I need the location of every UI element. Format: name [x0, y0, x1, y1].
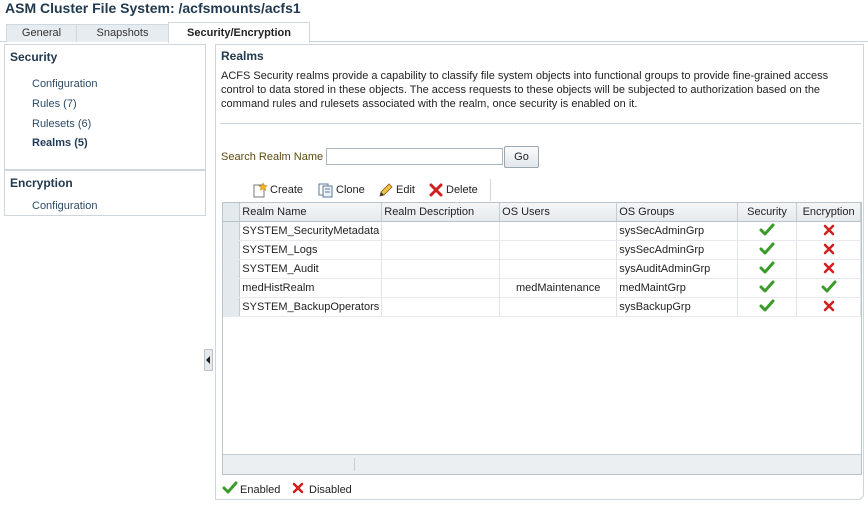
- row-selector[interactable]: [223, 221, 241, 241]
- x-icon: [292, 482, 304, 494]
- tab-security-encryption[interactable]: Security/Encryption: [168, 22, 310, 43]
- sidebar-item-realms[interactable]: Realms (5): [32, 137, 88, 149]
- realm-name-cell: SYSTEM_SecurityMetadata: [239, 221, 383, 241]
- tab-bar: General Snapshots Security/Encryption: [0, 22, 868, 43]
- table-row[interactable]: SYSTEM_Audit sysAuditAdminGrp: [223, 259, 861, 279]
- edit-label: Edit: [396, 184, 415, 196]
- encryption-status-cell: [796, 259, 861, 279]
- check-icon: [759, 280, 775, 292]
- sidebar-item-security-configuration[interactable]: Configuration: [32, 78, 97, 90]
- realms-title: Realms: [221, 49, 264, 63]
- column-header-os-users[interactable]: OS Users: [499, 203, 618, 222]
- table-row[interactable]: SYSTEM_Logs sysSecAdminGrp: [223, 240, 861, 260]
- security-status-cell: [737, 221, 798, 241]
- encryption-status-cell: [796, 221, 861, 241]
- collapse-splitter-button[interactable]: [204, 349, 213, 371]
- go-button[interactable]: Go: [504, 146, 539, 168]
- search-realm-label: Search Realm Name: [221, 151, 324, 163]
- create-button[interactable]: Create: [252, 179, 304, 201]
- realms-description: ACFS Security realms provide a capabilit…: [221, 70, 829, 110]
- create-icon: [253, 182, 268, 198]
- sidebar-item-rules[interactable]: Rules (7): [32, 98, 77, 110]
- check-icon: [759, 242, 775, 254]
- encryption-panel: Encryption Configuration: [4, 170, 206, 216]
- os-users-cell: medMaintenance: [499, 278, 618, 298]
- divider: [220, 123, 861, 124]
- clone-label: Clone: [336, 184, 365, 196]
- delete-button[interactable]: Delete: [428, 179, 480, 201]
- row-selector[interactable]: [223, 297, 241, 317]
- realm-description-cell: [381, 297, 501, 317]
- realm-description-cell: [381, 278, 501, 298]
- encryption-status-cell: [796, 240, 861, 260]
- row-selector[interactable]: [223, 259, 241, 279]
- realm-description-cell: [381, 221, 501, 241]
- realms-table: Realm Name Realm Description OS Users OS…: [222, 202, 862, 475]
- legend-enabled-label: Enabled: [240, 484, 281, 496]
- column-header-realm-name[interactable]: Realm Name: [239, 203, 383, 222]
- x-icon: [823, 224, 834, 235]
- x-icon: [823, 300, 834, 311]
- row-selector[interactable]: [223, 240, 241, 260]
- realm-name-cell: SYSTEM_Logs: [239, 240, 383, 260]
- delete-x-icon: [429, 183, 443, 197]
- row-selector-header: [223, 203, 241, 222]
- row-selector[interactable]: [223, 278, 241, 298]
- legend-disabled-label: Disabled: [309, 484, 352, 496]
- sidebar-item-encryption-configuration[interactable]: Configuration: [32, 200, 97, 212]
- check-icon: [759, 261, 775, 273]
- create-label: Create: [270, 184, 304, 196]
- os-users-cell: [499, 259, 618, 279]
- tab-general[interactable]: General: [6, 24, 77, 42]
- encryption-panel-title: Encryption: [10, 176, 73, 190]
- os-users-cell: [499, 297, 618, 317]
- security-status-cell: [737, 297, 798, 317]
- x-icon: [823, 262, 834, 273]
- clone-button[interactable]: Clone: [318, 179, 368, 201]
- tab-snapshots[interactable]: Snapshots: [76, 24, 169, 42]
- table-row[interactable]: SYSTEM_BackupOperators sysBackupGrp: [223, 297, 861, 317]
- check-icon: [222, 481, 238, 494]
- realm-name-cell: medHistRealm: [239, 278, 383, 298]
- encryption-status-cell: [796, 297, 861, 317]
- os-groups-cell: sysSecAdminGrp: [616, 221, 738, 241]
- security-status-cell: [737, 259, 798, 279]
- os-users-cell: [499, 221, 618, 241]
- table-row[interactable]: medHistRealm medMaintenance medMaintGrp: [223, 278, 861, 298]
- pencil-icon: [379, 183, 393, 197]
- os-groups-cell: sysAuditAdminGrp: [616, 259, 738, 279]
- os-groups-cell: sysBackupGrp: [616, 297, 738, 317]
- check-icon: [759, 223, 775, 235]
- collapse-arrow-icon: [206, 356, 210, 364]
- os-users-cell: [499, 240, 618, 260]
- security-panel: Security Configuration Rules (7) Ruleset…: [4, 44, 206, 170]
- security-status-cell: [737, 278, 798, 298]
- realm-description-cell: [381, 259, 501, 279]
- x-icon: [823, 243, 834, 254]
- check-icon: [821, 280, 837, 292]
- clone-icon: [318, 183, 333, 198]
- security-status-cell: [737, 240, 798, 260]
- os-groups-cell: sysSecAdminGrp: [616, 240, 738, 260]
- column-header-os-groups[interactable]: OS Groups: [616, 203, 738, 222]
- table-footer: [223, 454, 861, 474]
- encryption-status-cell: [796, 278, 861, 298]
- os-groups-cell: medMaintGrp: [616, 278, 738, 298]
- check-icon: [759, 299, 775, 311]
- delete-label: Delete: [446, 184, 478, 196]
- column-header-security[interactable]: Security: [737, 203, 798, 222]
- search-realm-input[interactable]: [326, 148, 503, 165]
- column-header-realm-description[interactable]: Realm Description: [381, 203, 501, 222]
- realm-toolbar: Create Clone Edit Delete: [232, 179, 491, 201]
- column-header-encryption[interactable]: Encryption: [796, 203, 861, 222]
- footer-separator: [354, 458, 355, 471]
- realm-description-cell: [381, 240, 501, 260]
- sidebar-item-rulesets[interactable]: Rulesets (6): [32, 118, 91, 130]
- edit-button[interactable]: Edit: [378, 179, 418, 201]
- table-row[interactable]: SYSTEM_SecurityMetadata sysSecAdminGrp: [223, 221, 861, 241]
- page-title: ASM Cluster File System: /acfsmounts/acf…: [5, 0, 301, 16]
- realm-name-cell: SYSTEM_BackupOperators: [239, 297, 383, 317]
- security-panel-title: Security: [10, 50, 58, 64]
- realm-name-cell: SYSTEM_Audit: [239, 259, 383, 279]
